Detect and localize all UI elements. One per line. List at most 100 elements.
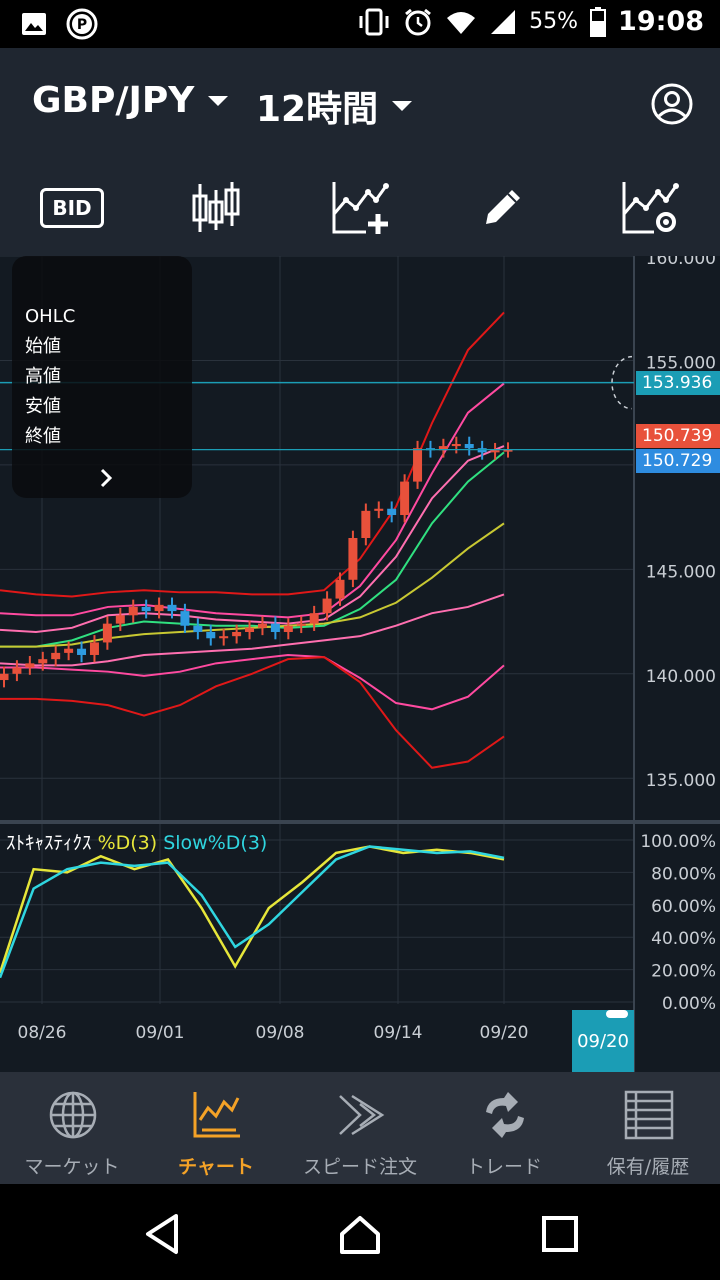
chart-icon — [193, 1092, 240, 1138]
user-circle-icon[interactable] — [650, 82, 694, 126]
candle-body — [245, 627, 255, 632]
p-circle-icon: P — [66, 8, 98, 40]
image-icon — [22, 13, 46, 35]
candle-body — [219, 636, 229, 639]
candle-body — [206, 632, 216, 639]
candle-body — [283, 625, 293, 632]
stochastic-tick-label: 40.00% — [651, 929, 716, 949]
stochastic-line — [0, 845, 505, 979]
battery-percent: 55% — [529, 9, 579, 34]
nav-trade[interactable]: トレード — [432, 1072, 576, 1184]
candle-body — [193, 625, 203, 632]
nav-market[interactable]: マーケット — [0, 1072, 144, 1184]
candle-body — [154, 604, 164, 612]
trade-icon — [486, 1092, 524, 1138]
candle-body — [89, 642, 99, 655]
price-tick-label: 160.000 — [646, 256, 716, 269]
date-tick-label: 09/14 — [374, 1023, 423, 1043]
price-tick-label: 145.000 — [646, 562, 716, 582]
ask-price-tag: 150.739 — [636, 424, 720, 448]
bottom-navigation: マーケット チャート スピード注文 トレード 保有/履歴 — [0, 1072, 720, 1184]
date-tick-label: 09/20 — [480, 1023, 529, 1043]
stochastic-slow-d-label: Slow%D(3) — [163, 832, 268, 854]
candle-body — [257, 623, 267, 628]
signal-icon — [491, 9, 516, 34]
chevron-down-icon — [208, 95, 229, 106]
nav-speed-order-label: スピード注文 — [302, 1156, 417, 1178]
nav-chart-label: チャート — [178, 1156, 254, 1178]
battery-icon — [590, 6, 607, 37]
candle-body — [322, 598, 332, 614]
alarm-icon — [405, 8, 432, 35]
candle-body — [309, 613, 319, 624]
stochastic-line — [0, 845, 505, 974]
currency-pair-label: GBP/JPY — [32, 80, 195, 121]
candle-body — [102, 623, 112, 643]
ohlc-title: OHLC — [25, 306, 76, 327]
candle-body — [167, 604, 177, 612]
candle-body — [270, 623, 280, 632]
recents-icon[interactable] — [538, 1212, 582, 1256]
ohlc-open-label: 始値 — [25, 336, 61, 357]
candle-body — [451, 444, 461, 447]
candle-body — [413, 448, 423, 482]
pencil-icon[interactable] — [482, 184, 526, 228]
candle-body — [38, 659, 48, 664]
candle-body — [51, 652, 61, 660]
stochastic-tick-label: 80.00% — [651, 864, 716, 884]
selected-date-marker[interactable]: 09/20 — [572, 1010, 634, 1072]
selected-date-label: 09/20 — [577, 1030, 629, 1052]
candle-body — [25, 663, 35, 668]
stochastic-name: ｽﾄｷｬｽﾃｨｸｽ — [6, 832, 92, 854]
candle-body — [348, 538, 358, 580]
ohlc-panel: OHLC 始値 高値 安値 終値 — [12, 256, 192, 498]
indicator-settings-icon[interactable] — [620, 180, 680, 236]
nav-trade-label: トレード — [465, 1156, 542, 1178]
bid-price-tag: 150.729 — [636, 449, 720, 473]
vibrate-icon — [359, 8, 389, 35]
candle-body — [477, 448, 487, 453]
candle-body — [180, 611, 190, 626]
date-tick-label: 08/26 — [18, 1023, 67, 1043]
period-select[interactable]: 12時間 — [256, 80, 413, 132]
chevron-right-icon[interactable] — [96, 464, 116, 492]
stochastic-tick-label: 60.00% — [651, 897, 716, 917]
nav-chart[interactable]: チャート — [144, 1072, 288, 1184]
nav-positions-history[interactable]: 保有/履歴 — [576, 1072, 720, 1184]
candle-body — [77, 648, 87, 655]
ohlc-close-label: 終値 — [25, 426, 61, 447]
candle-body — [464, 444, 474, 449]
candle-body — [115, 615, 125, 624]
stochastic-tick-label: 0.00% — [662, 994, 716, 1014]
candle-body — [361, 510, 371, 538]
candlestick-icon[interactable] — [190, 180, 242, 236]
status-time: 19:08 — [618, 6, 704, 37]
stochastic-d-label: %D(3) — [97, 832, 158, 854]
currency-pair-select[interactable]: GBP/JPY — [32, 80, 229, 121]
home-icon[interactable] — [338, 1212, 382, 1256]
candle-body — [296, 623, 306, 626]
date-tick-label: 09/08 — [256, 1023, 305, 1043]
candle-body — [490, 450, 500, 453]
ohlc-high-label: 高値 — [25, 366, 61, 387]
stochastic-tick-label: 20.00% — [651, 962, 716, 982]
nav-speed-order[interactable]: スピード注文 — [288, 1072, 432, 1184]
price-tick-label: 135.000 — [646, 771, 716, 791]
back-icon[interactable] — [140, 1212, 184, 1256]
candle-body — [128, 606, 138, 616]
candle-body — [141, 606, 151, 612]
stochastic-tick-label: 100.00% — [640, 832, 716, 852]
pane-separator — [0, 820, 720, 824]
candle-body — [12, 667, 22, 674]
candle-body — [400, 481, 410, 516]
add-indicator-icon[interactable] — [330, 180, 390, 236]
bid-ask-toggle-button[interactable]: BID — [40, 188, 104, 228]
drag-handle[interactable] — [606, 1010, 628, 1018]
nav-market-label: マーケット — [24, 1156, 120, 1178]
price-tick-label: 140.000 — [646, 667, 716, 687]
speed-order-icon — [339, 1094, 385, 1136]
date-tick-label: 09/01 — [136, 1023, 185, 1043]
candle-body — [335, 579, 345, 599]
period-label: 12時間 — [256, 89, 379, 130]
level-line-price-tag[interactable]: 153.936 — [636, 371, 720, 395]
